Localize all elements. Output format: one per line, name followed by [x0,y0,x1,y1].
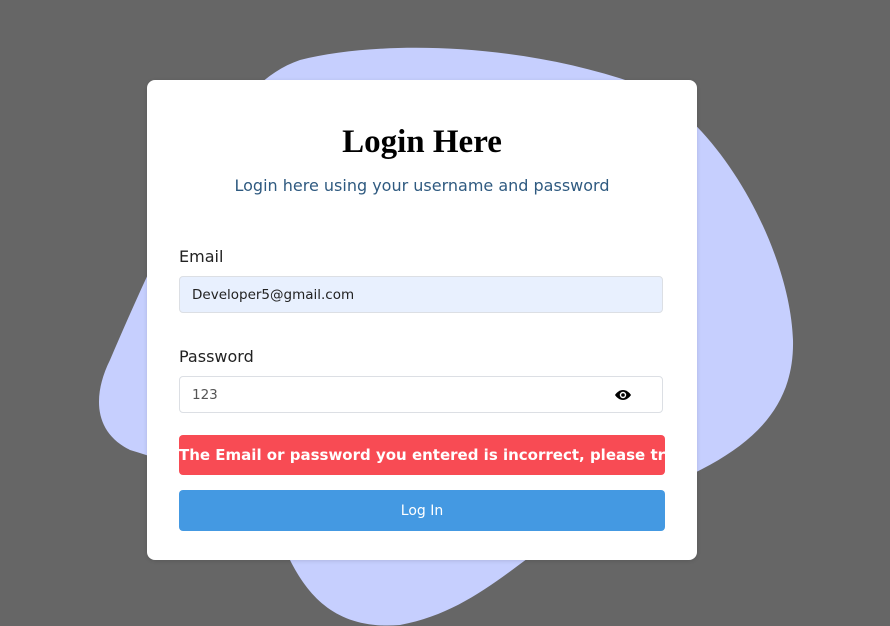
login-card: Login Here Login here using your usernam… [147,80,697,560]
email-label: Email [179,247,224,266]
email-field[interactable] [179,276,663,313]
error-alert: The Email or password you entered is inc… [179,435,665,475]
page-subtitle: Login here using your username and passw… [234,176,610,195]
eye-icon[interactable] [613,387,633,403]
password-label: Password [179,347,254,366]
login-button[interactable]: Log In [179,490,665,531]
login-page: Login Here Login here using your usernam… [0,0,890,626]
password-field[interactable] [179,376,663,413]
page-title: Login Here [342,124,502,160]
